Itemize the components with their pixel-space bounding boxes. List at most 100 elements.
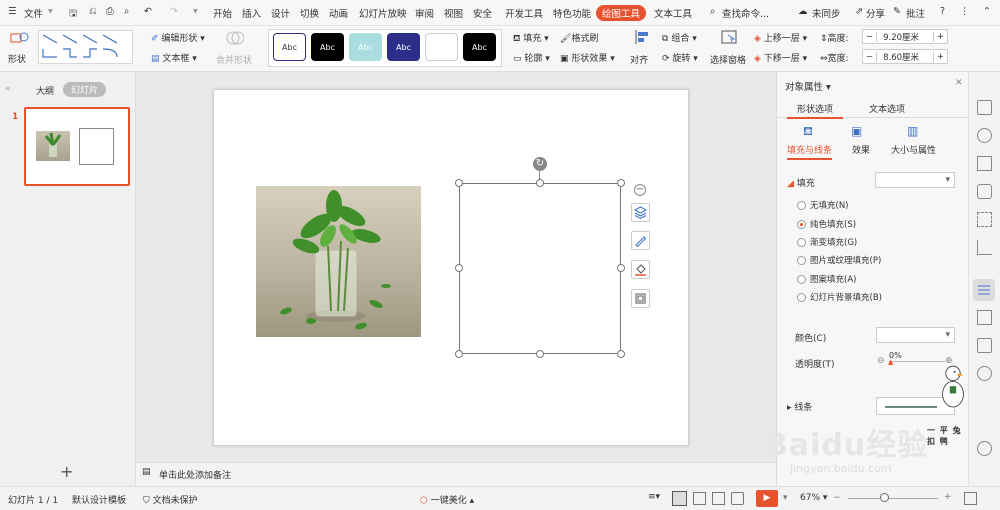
comment-button[interactable]: 批注 (906, 6, 925, 20)
animation-icon[interactable] (977, 128, 992, 143)
resize-handle-bl[interactable] (455, 350, 463, 358)
tab-review[interactable]: 审阅 (415, 6, 434, 20)
slide[interactable]: ↻ (213, 89, 689, 446)
tab-animation[interactable]: 动画 (329, 6, 348, 20)
zoom-in-button[interactable]: + (944, 492, 952, 502)
shape-effect-button[interactable]: ▣ 形状效果 ▾ (560, 51, 615, 64)
search-command[interactable]: 查找命令... (722, 6, 769, 20)
rotate-handle-icon[interactable]: ↻ (533, 157, 547, 171)
tab-transition[interactable]: 切换 (300, 6, 319, 20)
presenter-view-icon[interactable] (731, 492, 744, 505)
play-options-icon[interactable]: ▾ (783, 493, 788, 503)
add-slide-button[interactable]: + (60, 462, 73, 481)
selected-shape[interactable] (459, 183, 621, 354)
history-icon[interactable] (977, 441, 992, 456)
beautify-button[interactable]: ⬡ 一键美化 ▴ (420, 493, 474, 506)
fill-section-header[interactable]: ◢ 填充 (787, 176, 815, 189)
play-icon[interactable]: ▶ (756, 490, 778, 507)
send-backward-button[interactable]: ◈ 下移一层 ▾ (754, 51, 807, 64)
outline-button[interactable]: ▭ 轮廓 ▾ (513, 51, 550, 64)
tab-home[interactable]: 开始 (213, 6, 232, 20)
style-sample-5[interactable]: Abc (425, 33, 458, 61)
style-sample-3[interactable]: Abc (349, 33, 382, 61)
collapse-panel-icon[interactable]: « (5, 84, 11, 94)
height-input[interactable]: 9.20厘米 (877, 31, 933, 43)
share-side-icon[interactable] (977, 338, 992, 353)
tab-insert[interactable]: 插入 (242, 6, 261, 20)
radio-button-selected[interactable] (797, 219, 806, 229)
zoom-slider-thumb[interactable] (880, 493, 889, 502)
width-increment[interactable]: + (932, 51, 947, 62)
redo-icon[interactable]: ↷ (170, 6, 178, 17)
notes-toggle-icon[interactable]: ≡▾ (648, 492, 660, 502)
merge-shape-button[interactable]: 合并形状 (216, 53, 252, 66)
fill-option-solid[interactable]: 纯色填充(S) (797, 218, 856, 230)
textbox-button[interactable]: ▤ 文本框 ▾ (151, 51, 197, 64)
frame-icon[interactable] (631, 289, 650, 308)
tab-view[interactable]: 视图 (444, 6, 463, 20)
resize-handle-tl[interactable] (455, 179, 463, 187)
resize-handle-t[interactable] (536, 179, 544, 187)
more-icon[interactable]: ▾ (193, 6, 198, 17)
subtab-effect[interactable]: 效果 (852, 143, 870, 156)
fill-bucket-floating-icon[interactable] (631, 260, 650, 279)
layer-icon[interactable] (631, 203, 650, 222)
normal-view-icon[interactable] (672, 491, 687, 506)
protect-status[interactable]: ⛉ 文档未保护 (143, 493, 198, 506)
shape-button[interactable]: 形状 (8, 52, 26, 65)
close-icon[interactable]: ✕ (955, 78, 963, 88)
height-decrement[interactable]: − (863, 31, 878, 42)
fill-option-gradient[interactable]: 渐变填充(G) (797, 236, 857, 248)
style-sample-6[interactable]: Abc (463, 33, 496, 61)
chevron-down-icon[interactable]: ▾ (48, 6, 53, 17)
more-tools-icon[interactable] (977, 366, 992, 381)
fill-option-pattern[interactable]: 图案填充(A) (797, 273, 856, 285)
width-stepper[interactable]: − 8.60厘米 + (862, 49, 948, 64)
print-icon[interactable]: ⎙ (106, 6, 114, 17)
height-increment[interactable]: + (932, 31, 947, 42)
radio-button[interactable] (797, 292, 806, 302)
transparency-decrease[interactable]: ⊖ (877, 356, 885, 366)
sync-status[interactable]: 未同步 (812, 6, 841, 20)
help-button[interactable]: ? (940, 6, 945, 17)
more-menu-icon[interactable]: ⋮ (960, 6, 970, 17)
group-button[interactable]: ⧉ 组合 ▾ (662, 31, 697, 44)
tab-shape-options[interactable]: 形状选项 (787, 100, 844, 119)
tab-developer[interactable]: 开发工具 (505, 6, 543, 20)
tab-text-tools[interactable]: 文本工具 (654, 6, 692, 20)
tab-outline[interactable]: 大纲 (36, 84, 54, 97)
tab-slideshow[interactable]: 幻灯片放映 (359, 6, 407, 20)
notes-bar[interactable]: ▤ 单击此处添加备注 (136, 462, 776, 486)
reading-view-icon[interactable] (712, 492, 725, 505)
width-decrement[interactable]: − (863, 51, 878, 62)
zoom-level[interactable]: 67% ▾ (800, 493, 827, 503)
align-button[interactable]: 对齐 (630, 53, 648, 66)
property-icon[interactable] (977, 100, 992, 115)
width-input[interactable]: 8.60厘米 (877, 51, 933, 63)
resize-handle-br[interactable] (617, 350, 625, 358)
plant-image[interactable] (256, 186, 421, 337)
selection-pane-button[interactable]: 选择窗格 (710, 53, 746, 66)
fill-option-background[interactable]: 幻灯片背景填充(B) (797, 291, 882, 303)
radio-button[interactable] (797, 200, 806, 210)
transition-icon[interactable] (977, 156, 992, 171)
rotate-button[interactable]: ⟳ 旋转 ▾ (662, 51, 698, 64)
search-icon[interactable]: ⌕ (710, 6, 715, 17)
backup-icon[interactable] (977, 310, 992, 325)
edit-shape-button[interactable]: ✐ 编辑形状 ▾ (151, 31, 205, 44)
tab-drawing-tools[interactable]: 绘图工具 (596, 5, 647, 21)
resize-handle-b[interactable] (536, 350, 544, 358)
resize-handle-tr[interactable] (617, 179, 625, 187)
radio-button[interactable] (797, 237, 806, 247)
height-stepper[interactable]: − 9.20厘米 + (862, 29, 948, 44)
fit-window-icon[interactable] (964, 492, 977, 505)
bring-forward-button[interactable]: ◈ 上移一层 ▾ (754, 31, 807, 44)
save-icon[interactable]: 🖫 (69, 6, 77, 22)
template-name[interactable]: 默认设计模板 (72, 493, 126, 506)
preview-icon[interactable]: ⌕ (124, 6, 129, 17)
tab-text-options[interactable]: 文本选项 (869, 102, 905, 115)
comment-icon[interactable]: ✎ (893, 6, 901, 17)
file-menu[interactable]: 文件 (24, 6, 43, 20)
settings-sliders-icon[interactable] (973, 279, 995, 301)
design-icon[interactable] (977, 184, 992, 199)
